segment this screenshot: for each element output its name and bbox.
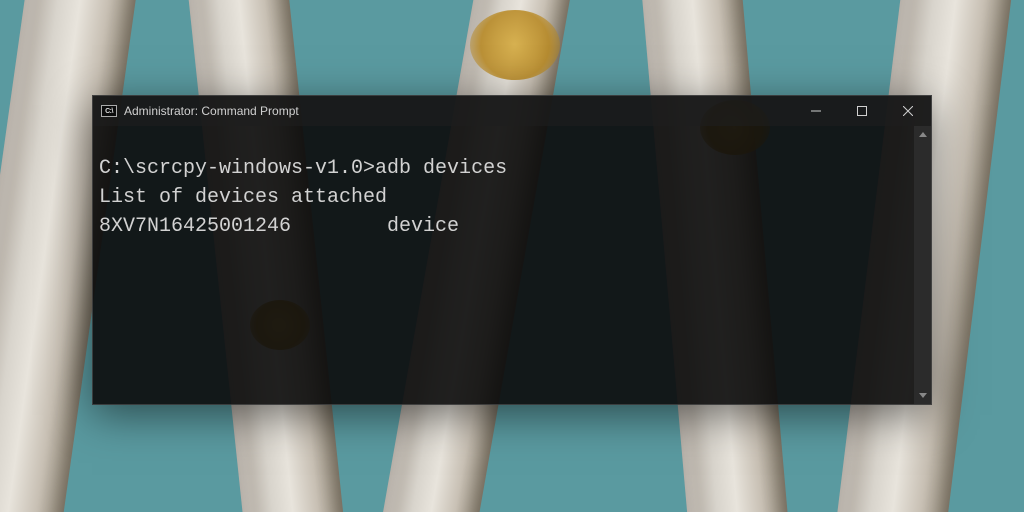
chevron-up-icon (919, 132, 927, 137)
output-header: List of devices attached (99, 186, 387, 209)
close-icon (903, 106, 913, 116)
maximize-icon (857, 106, 867, 116)
close-button[interactable] (885, 96, 931, 126)
vertical-scrollbar[interactable] (914, 126, 931, 404)
prompt-path: C:\scrcpy-windows-v1.0> (99, 157, 375, 180)
command-text: adb devices (375, 157, 507, 180)
terminal-output[interactable]: C:\scrcpy-windows-v1.0>adb devices List … (93, 126, 914, 404)
minimize-button[interactable] (793, 96, 839, 126)
chevron-down-icon (919, 393, 927, 398)
minimize-icon (811, 106, 821, 116)
device-status: device (387, 215, 459, 238)
window-title: Administrator: Command Prompt (124, 104, 299, 118)
terminal-body: C:\scrcpy-windows-v1.0>adb devices List … (93, 126, 931, 404)
device-serial: 8XV7N16425001246 (99, 215, 291, 238)
scroll-track[interactable] (914, 143, 931, 387)
scroll-up-button[interactable] (914, 126, 931, 143)
scroll-down-button[interactable] (914, 387, 931, 404)
command-prompt-window[interactable]: C:\ Administrator: Command Prompt C:\scr… (92, 95, 932, 405)
cmd-icon: C:\ (101, 105, 117, 117)
titlebar[interactable]: C:\ Administrator: Command Prompt (93, 96, 931, 126)
maximize-button[interactable] (839, 96, 885, 126)
wallpaper-lichen (470, 10, 560, 80)
